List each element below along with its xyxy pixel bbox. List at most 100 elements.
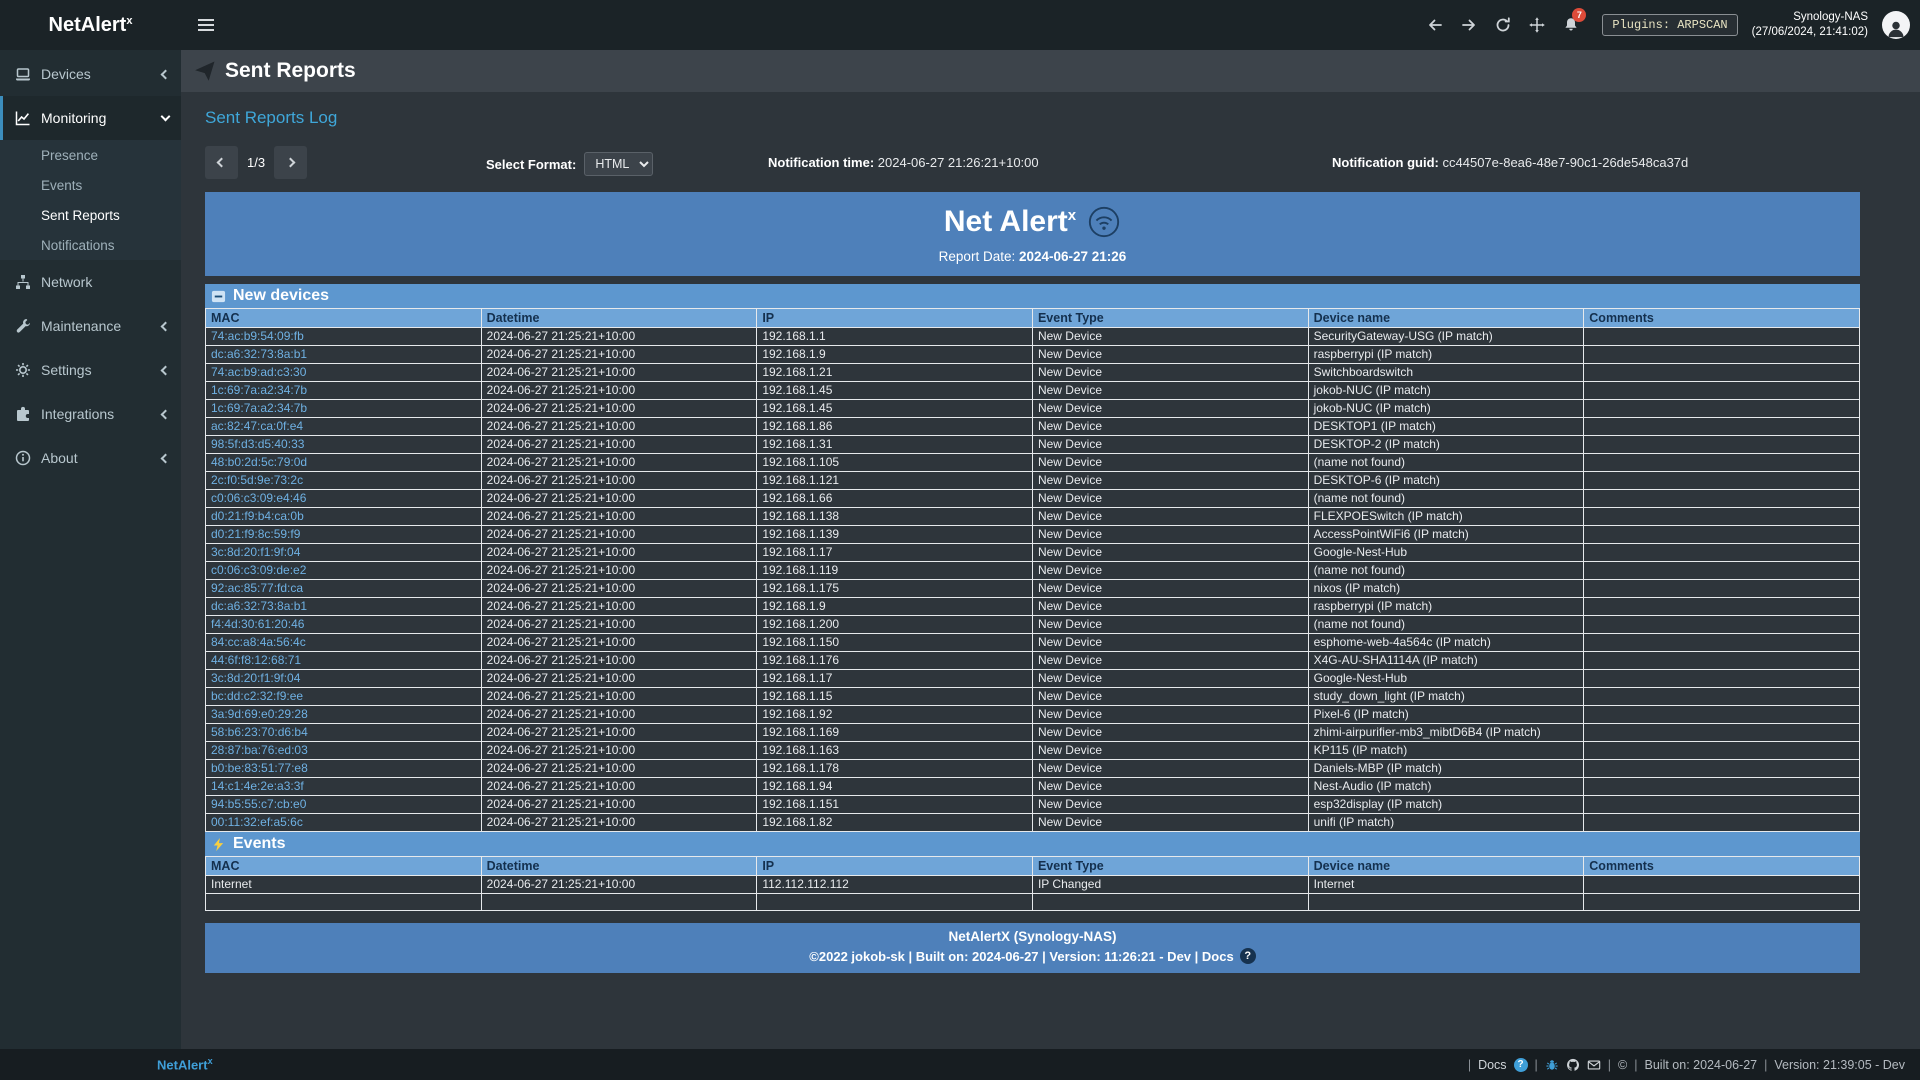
table-header-row: MAC Datetime IP Event Type Device name C… (206, 857, 1860, 876)
navbar-right-group: 7 Plugins: ARPSCAN Synology-NAS (27/06/2… (1418, 0, 1920, 50)
ip-cell: 192.168.1.21 (757, 364, 1033, 382)
sidebar-item-settings[interactable]: Settings (0, 348, 181, 392)
mac-link[interactable]: 58:b6:23:70:d6:b4 (211, 725, 308, 739)
report-table-row: 28:87:ba:76:ed:032024-06-27 21:25:21+10:… (206, 742, 1860, 760)
mac-link[interactable]: 44:6f:f8:12:68:71 (211, 653, 301, 667)
mac-link[interactable]: dc:a6:32:73:8a:b1 (211, 347, 307, 361)
event-type-cell: New Device (1032, 562, 1308, 580)
move-icon[interactable] (1520, 0, 1554, 50)
mac-link[interactable]: 94:b5:55:c7:cb:e0 (211, 797, 306, 811)
mac-link[interactable]: 74:ac:b9:ad:c3:30 (211, 365, 306, 379)
datetime-cell: 2024-06-27 21:25:21+10:00 (481, 490, 757, 508)
report-header: Net Alertx Report Date: 2024-06-27 21:26 (205, 192, 1860, 276)
mac-link[interactable]: 84:cc:a8:4a:56:4c (211, 635, 306, 649)
user-avatar[interactable] (1882, 11, 1910, 39)
sidebar-subitem-notifications[interactable]: Notifications (0, 230, 181, 260)
report-table-row: f4:4d:30:61:20:462024-06-27 21:25:21+10:… (206, 616, 1860, 634)
ip-cell: 192.168.1.9 (757, 598, 1033, 616)
sidebar-item-about[interactable]: About (0, 436, 181, 480)
notifications-bell-icon[interactable]: 7 (1554, 0, 1588, 50)
user-icon (1886, 19, 1906, 39)
datetime-cell: 2024-06-27 21:25:21+10:00 (481, 670, 757, 688)
device-name-cell: Switchboardswitch (1308, 364, 1584, 382)
sidebar-subitem-sent-reports[interactable]: Sent Reports (0, 200, 181, 230)
plugins-badge[interactable]: Plugins: ARPSCAN (1602, 14, 1737, 36)
event-type-cell: New Device (1032, 328, 1308, 346)
report-table-row: 3c:8d:20:f1:9f:042024-06-27 21:25:21+10:… (206, 544, 1860, 562)
datetime-cell: 2024-06-27 21:25:21+10:00 (481, 526, 757, 544)
mac-link[interactable]: c0:06:c3:09:de:e2 (211, 563, 306, 577)
datetime-cell: 2024-06-27 21:25:21+10:00 (481, 598, 757, 616)
device-name-cell: DESKTOP1 (IP match) (1308, 418, 1584, 436)
mail-icon[interactable] (1587, 1058, 1601, 1072)
prev-page-button[interactable] (205, 146, 238, 179)
ip-cell: 192.168.1.9 (757, 346, 1033, 364)
report-table-row: d0:21:f9:8c:59:f9 2024-06-27 21:25:21+10:… (206, 526, 1860, 544)
mac-link[interactable]: 3a:9d:69:e0:29:28 (211, 707, 308, 721)
device-name-cell: Pixel-6 (IP match) (1308, 706, 1584, 724)
sidebar-item-network[interactable]: Network (0, 260, 181, 304)
mac-cell: 94:b5:55:c7:cb:e0 (206, 796, 482, 814)
top-navbar: NetAlertx 7 Plugins: ARPSCAN (0, 0, 1920, 50)
mac-cell: dc:a6:32:73:8a:b1 (206, 598, 482, 616)
page-indicator: 1/3 (247, 155, 265, 170)
mac-cell: f4:4d:30:61:20:46 (206, 616, 482, 634)
mac-link[interactable]: 14:c1:4e:2e:a3:3f (211, 779, 304, 793)
docs-help-icon[interactable]: ? (1514, 1058, 1528, 1072)
mac-link[interactable]: d0:21:f9:8c:59:f9 (211, 527, 300, 541)
device-name-cell: KP115 (IP match) (1308, 742, 1584, 760)
mac-link[interactable]: 92:ac:85:77:fd:ca (211, 581, 303, 595)
event-type-cell: New Device (1032, 742, 1308, 760)
mac-link[interactable]: d0:21:f9:b4:ca:0b (211, 509, 304, 523)
mac-link[interactable]: 48:b0:2d:5c:79:0d (211, 455, 307, 469)
sidebar-subitem-presence[interactable]: Presence (0, 140, 181, 170)
github-icon[interactable] (1566, 1058, 1580, 1072)
mac-link[interactable]: 1c:69:7a:a2:34:7b (211, 383, 307, 397)
mac-cell: 1c:69:7a:a2:34:7b (206, 400, 482, 418)
report-table-row: 1c:69:7a:a2:34:7b2024-06-27 21:25:21+10:… (206, 382, 1860, 400)
report-table-row: dc:a6:32:73:8a:b12024-06-27 21:25:21+10:… (206, 346, 1860, 364)
mac-link[interactable]: 1c:69:7a:a2:34:7b (211, 401, 307, 415)
back-arrow-icon[interactable] (1418, 0, 1452, 50)
mac-link[interactable]: 74:ac:b9:54:09:fb (211, 329, 304, 343)
forward-arrow-icon[interactable] (1452, 0, 1486, 50)
event-type-cell: New Device (1032, 544, 1308, 562)
report-footer-title: NetAlertX (Synology-NAS) (205, 929, 1860, 944)
mac-link[interactable]: b0:be:83:51:77:e8 (211, 761, 308, 775)
sidebar-item-integrations[interactable]: Integrations (0, 392, 181, 436)
datetime-cell: 2024-06-27 21:25:21+10:00 (481, 688, 757, 706)
footer-copyright-icon[interactable]: © (1618, 1058, 1627, 1072)
mac-link[interactable]: bc:dd:c2:32:f9:ee (211, 689, 303, 703)
mac-link[interactable]: 00:11:32:ef:a5:6c (211, 815, 303, 829)
mac-link[interactable]: 3c:8d:20:f1:9f:04 (211, 545, 300, 559)
mac-link[interactable]: 98:5f:d3:d5:40:33 (211, 437, 304, 451)
mac-link[interactable]: 3c:8d:20:f1:9f:04 (211, 671, 300, 685)
ip-cell: 192.168.1.175 (757, 580, 1033, 598)
refresh-icon[interactable] (1486, 0, 1520, 50)
ip-cell: 192.168.1.31 (757, 436, 1033, 454)
footer-docs-link[interactable]: Docs (1478, 1058, 1506, 1072)
mac-link[interactable]: f4:4d:30:61:20:46 (211, 617, 304, 631)
sidebar-toggle-button[interactable] (181, 0, 231, 50)
next-page-button[interactable] (274, 146, 307, 179)
mac-link[interactable]: c0:06:c3:09:e4:46 (211, 491, 306, 505)
mac-link[interactable]: dc:a6:32:73:8a:b1 (211, 599, 307, 613)
sidebar-item-maintenance[interactable]: Maintenance (0, 304, 181, 348)
device-name-cell: raspberrypi (IP match) (1308, 346, 1584, 364)
mac-link[interactable]: 2c:f0:5d:9e:73:2c (211, 473, 303, 487)
mac-link[interactable]: ac:82:47:ca:0f:e4 (211, 419, 303, 433)
report-table-row: 58:b6:23:70:d6:b42024-06-27 21:25:21+10:… (206, 724, 1860, 742)
chevron-left-icon (217, 158, 227, 168)
format-select[interactable]: HTML (584, 152, 653, 176)
app-logo[interactable]: NetAlertx (0, 0, 181, 50)
bug-icon[interactable] (1545, 1058, 1559, 1072)
sidebar-item-monitoring[interactable]: Monitoring (0, 96, 181, 140)
chevron-left-icon (161, 69, 171, 79)
event-type-cell: New Device (1032, 508, 1308, 526)
notification-time-value: 2024-06-27 21:26:21+10:00 (878, 155, 1039, 170)
footer-brand[interactable]: NetAlertx (157, 1056, 213, 1072)
mac-link[interactable]: 28:87:ba:76:ed:03 (211, 743, 308, 757)
sidebar-item-devices[interactable]: Devices (0, 52, 181, 96)
select-format-label: Select Format: (486, 157, 576, 172)
sidebar-subitem-events[interactable]: Events (0, 170, 181, 200)
